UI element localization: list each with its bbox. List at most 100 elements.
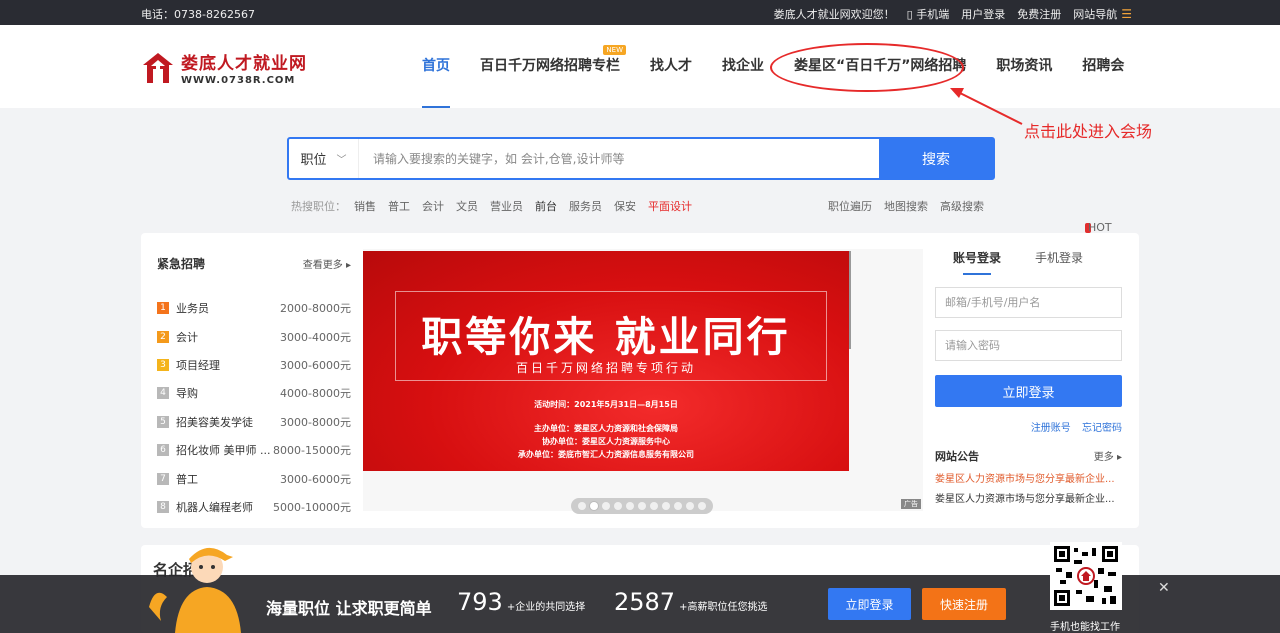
carousel-dots xyxy=(571,498,713,514)
salary: 3000-8000元 xyxy=(280,415,351,429)
login-button[interactable]: 立即登录 xyxy=(935,375,1122,407)
notice-more-link[interactable]: 更多 ▸ xyxy=(1094,448,1122,464)
hot-search-item[interactable]: 销售 xyxy=(354,198,376,214)
rank-badge: 8 xyxy=(157,500,169,513)
banner-slide[interactable]: 职等你来 就业同行 百日千万网络招聘专项行动 活动时间：2021年5月31日—8… xyxy=(363,251,849,471)
mobile-link[interactable]: ▯ 手机端 xyxy=(907,6,950,22)
carousel-dot[interactable] xyxy=(686,502,694,510)
hot-search-item[interactable]: 普工 xyxy=(388,198,410,214)
job-title: 会计 xyxy=(176,330,198,344)
list-item[interactable]: 7 普工 3000-6000元 xyxy=(157,464,351,492)
tab-account-login[interactable]: 账号登录 xyxy=(953,249,1001,275)
search-button[interactable]: 搜索 xyxy=(879,139,993,178)
job-title: 普工 xyxy=(176,472,198,486)
banner-carousel[interactable]: 职等你来 就业同行 百日千万网络招聘专项行动 活动时间：2021年5月31日—8… xyxy=(363,249,923,514)
salary: 3000-6000元 xyxy=(280,358,351,372)
banner-line: 承办单位：娄底市智汇人力资源信息服务有限公司 xyxy=(518,450,694,459)
urgent-recruit-panel: 紧急招聘 查看更多 ▸ 1 业务员 2000-8000元 2 会计 3000-4000元… xyxy=(157,255,351,521)
promo-register-button[interactable]: 快速注册 xyxy=(922,588,1006,620)
map-search-link[interactable]: 地图搜索 xyxy=(884,198,928,214)
salary: 3000-6000元 xyxy=(280,472,351,486)
carousel-dot[interactable] xyxy=(638,502,646,510)
hot-search-item[interactable]: 平面设计 xyxy=(648,198,692,214)
list-item[interactable]: 3 项目经理 3000-6000元 xyxy=(157,351,351,379)
site-logo[interactable]: 娄底人才就业网 WWW.0738R.COM xyxy=(141,49,307,86)
cartoon-person-icon xyxy=(149,547,241,633)
hot-search-item[interactable]: 文员 xyxy=(456,198,478,214)
carousel-dot[interactable] xyxy=(698,502,706,510)
notice-item[interactable]: 娄星区人力资源市场与您分享最新企业... xyxy=(935,490,1122,510)
top-bar: 电话：0738-8262567 娄底人才就业网欢迎您！ ▯ 手机端 用户登录 免… xyxy=(0,0,1280,25)
search-input[interactable] xyxy=(359,139,879,178)
tab-phone-login[interactable]: 手机登录 xyxy=(1035,249,1083,275)
login-panel: 账号登录 手机登录 立即登录 注册账号 忘记密码 网站公告 更多 ▸ 娄星区人力… xyxy=(935,249,1122,510)
banner-line: 主办单位：娄星区人力资源和社会保障局 xyxy=(534,424,678,433)
carousel-dot[interactable] xyxy=(662,502,670,510)
ad-label: 广告 xyxy=(901,499,921,509)
job-title: 机器人编程老师 xyxy=(176,500,253,514)
stat-jobs: 2587 +高薪职位任您挑选 xyxy=(614,588,768,616)
hot-badge: HOT xyxy=(1085,222,1112,233)
salary: 3000-4000元 xyxy=(280,330,351,344)
job-title: 业务员 xyxy=(176,302,209,316)
promo-login-button[interactable]: 立即登录 xyxy=(828,588,911,620)
carousel-dot[interactable] xyxy=(614,502,622,510)
carousel-dot[interactable] xyxy=(650,502,658,510)
list-item[interactable]: 1 业务员 2000-8000元 xyxy=(157,294,351,322)
password-input[interactable] xyxy=(935,330,1122,361)
site-nav-link[interactable]: 网站导航 ☰ xyxy=(1073,6,1132,22)
caret-right-icon: ▸ xyxy=(345,260,351,271)
list-item[interactable]: 2 会计 3000-4000元 xyxy=(157,322,351,350)
carousel-dot[interactable] xyxy=(626,502,634,510)
logo-name: 娄底人才就业网 xyxy=(181,54,307,74)
hot-search-item[interactable]: 服务员 xyxy=(569,198,602,214)
hot-search-item[interactable]: 保安 xyxy=(614,198,636,214)
annotation-arrow-icon xyxy=(950,88,1023,125)
carousel-dot[interactable] xyxy=(602,502,610,510)
carousel-dot[interactable] xyxy=(590,502,598,510)
banner-subtitle: 百日千万网络招聘专项行动 xyxy=(515,361,696,375)
forgot-password-link[interactable]: 忘记密码 xyxy=(1082,423,1122,434)
menu-icon: ☰ xyxy=(1121,7,1132,21)
list-item[interactable]: 6 招化妆师 美甲师 ... 8000-15000元 xyxy=(157,436,351,464)
username-input[interactable] xyxy=(935,287,1122,318)
stat-companies: 793 +企业的共同选择 xyxy=(457,588,586,616)
salary: 8000-15000元 xyxy=(273,444,351,458)
list-item[interactable]: 8 机器人编程老师 5000-10000元 xyxy=(157,493,351,521)
caret-right-icon: ▸ xyxy=(1116,452,1122,463)
rank-badge: 1 xyxy=(157,302,169,315)
user-login-link[interactable]: 用户登录 xyxy=(961,6,1005,22)
free-register-link[interactable]: 免费注册 xyxy=(1017,6,1061,22)
urgent-list: 1 业务员 2000-8000元 2 会计 3000-4000元 3 项目经理 3000-6… xyxy=(157,294,351,521)
carousel-dot[interactable] xyxy=(674,502,682,510)
carousel-dot[interactable] xyxy=(578,502,586,510)
search-type-select[interactable]: 职位 ﹀ xyxy=(289,139,359,178)
nav-find-talent[interactable]: 找人才 xyxy=(650,25,692,108)
search-bar: 职位﹀ 搜索 xyxy=(287,137,995,180)
nav-home[interactable]: 首页 xyxy=(422,25,450,108)
close-icon[interactable]: ✕ xyxy=(1158,580,1170,596)
hot-search-item[interactable]: 营业员 xyxy=(490,198,523,214)
salary: 4000-8000元 xyxy=(280,387,351,401)
rank-badge: 7 xyxy=(157,472,169,485)
rank-badge: 2 xyxy=(157,330,169,343)
nav-job-fair[interactable]: 招聘会 xyxy=(1082,25,1124,108)
qr-caption: 手机也能找工作 xyxy=(1050,622,1120,633)
nav-recruit-column[interactable]: 百日千万网络招聘专栏 NEW xyxy=(480,25,626,108)
welcome-text: 娄底人才就业网欢迎您！ xyxy=(773,8,895,21)
advanced-search-link[interactable]: 高级搜索 xyxy=(940,198,984,214)
urgent-more-link[interactable]: 查看更多 ▸ xyxy=(303,256,351,271)
nav-find-company[interactable]: 找企业 xyxy=(722,25,764,108)
list-item[interactable]: 5 招美容美发学徒 3000-8000元 xyxy=(157,408,351,436)
job-browse-link[interactable]: 职位遍历 xyxy=(828,198,872,214)
phone-icon: ▯ xyxy=(906,8,913,21)
rank-badge: 5 xyxy=(157,415,169,428)
register-link[interactable]: 注册账号 xyxy=(1031,423,1071,434)
login-tabs: 账号登录 手机登录 xyxy=(935,249,1122,275)
list-item[interactable]: 4 导购 4000-8000元 xyxy=(157,379,351,407)
notice-item[interactable]: 娄星区人力资源市场与您分享最新企业... xyxy=(935,470,1122,490)
job-title: 招美容美发学徒 xyxy=(176,415,253,429)
logo-domain: WWW.0738R.COM xyxy=(181,75,296,86)
hot-search-item[interactable]: 会计 xyxy=(422,198,444,214)
hot-search-item[interactable]: 前台 xyxy=(535,198,557,214)
